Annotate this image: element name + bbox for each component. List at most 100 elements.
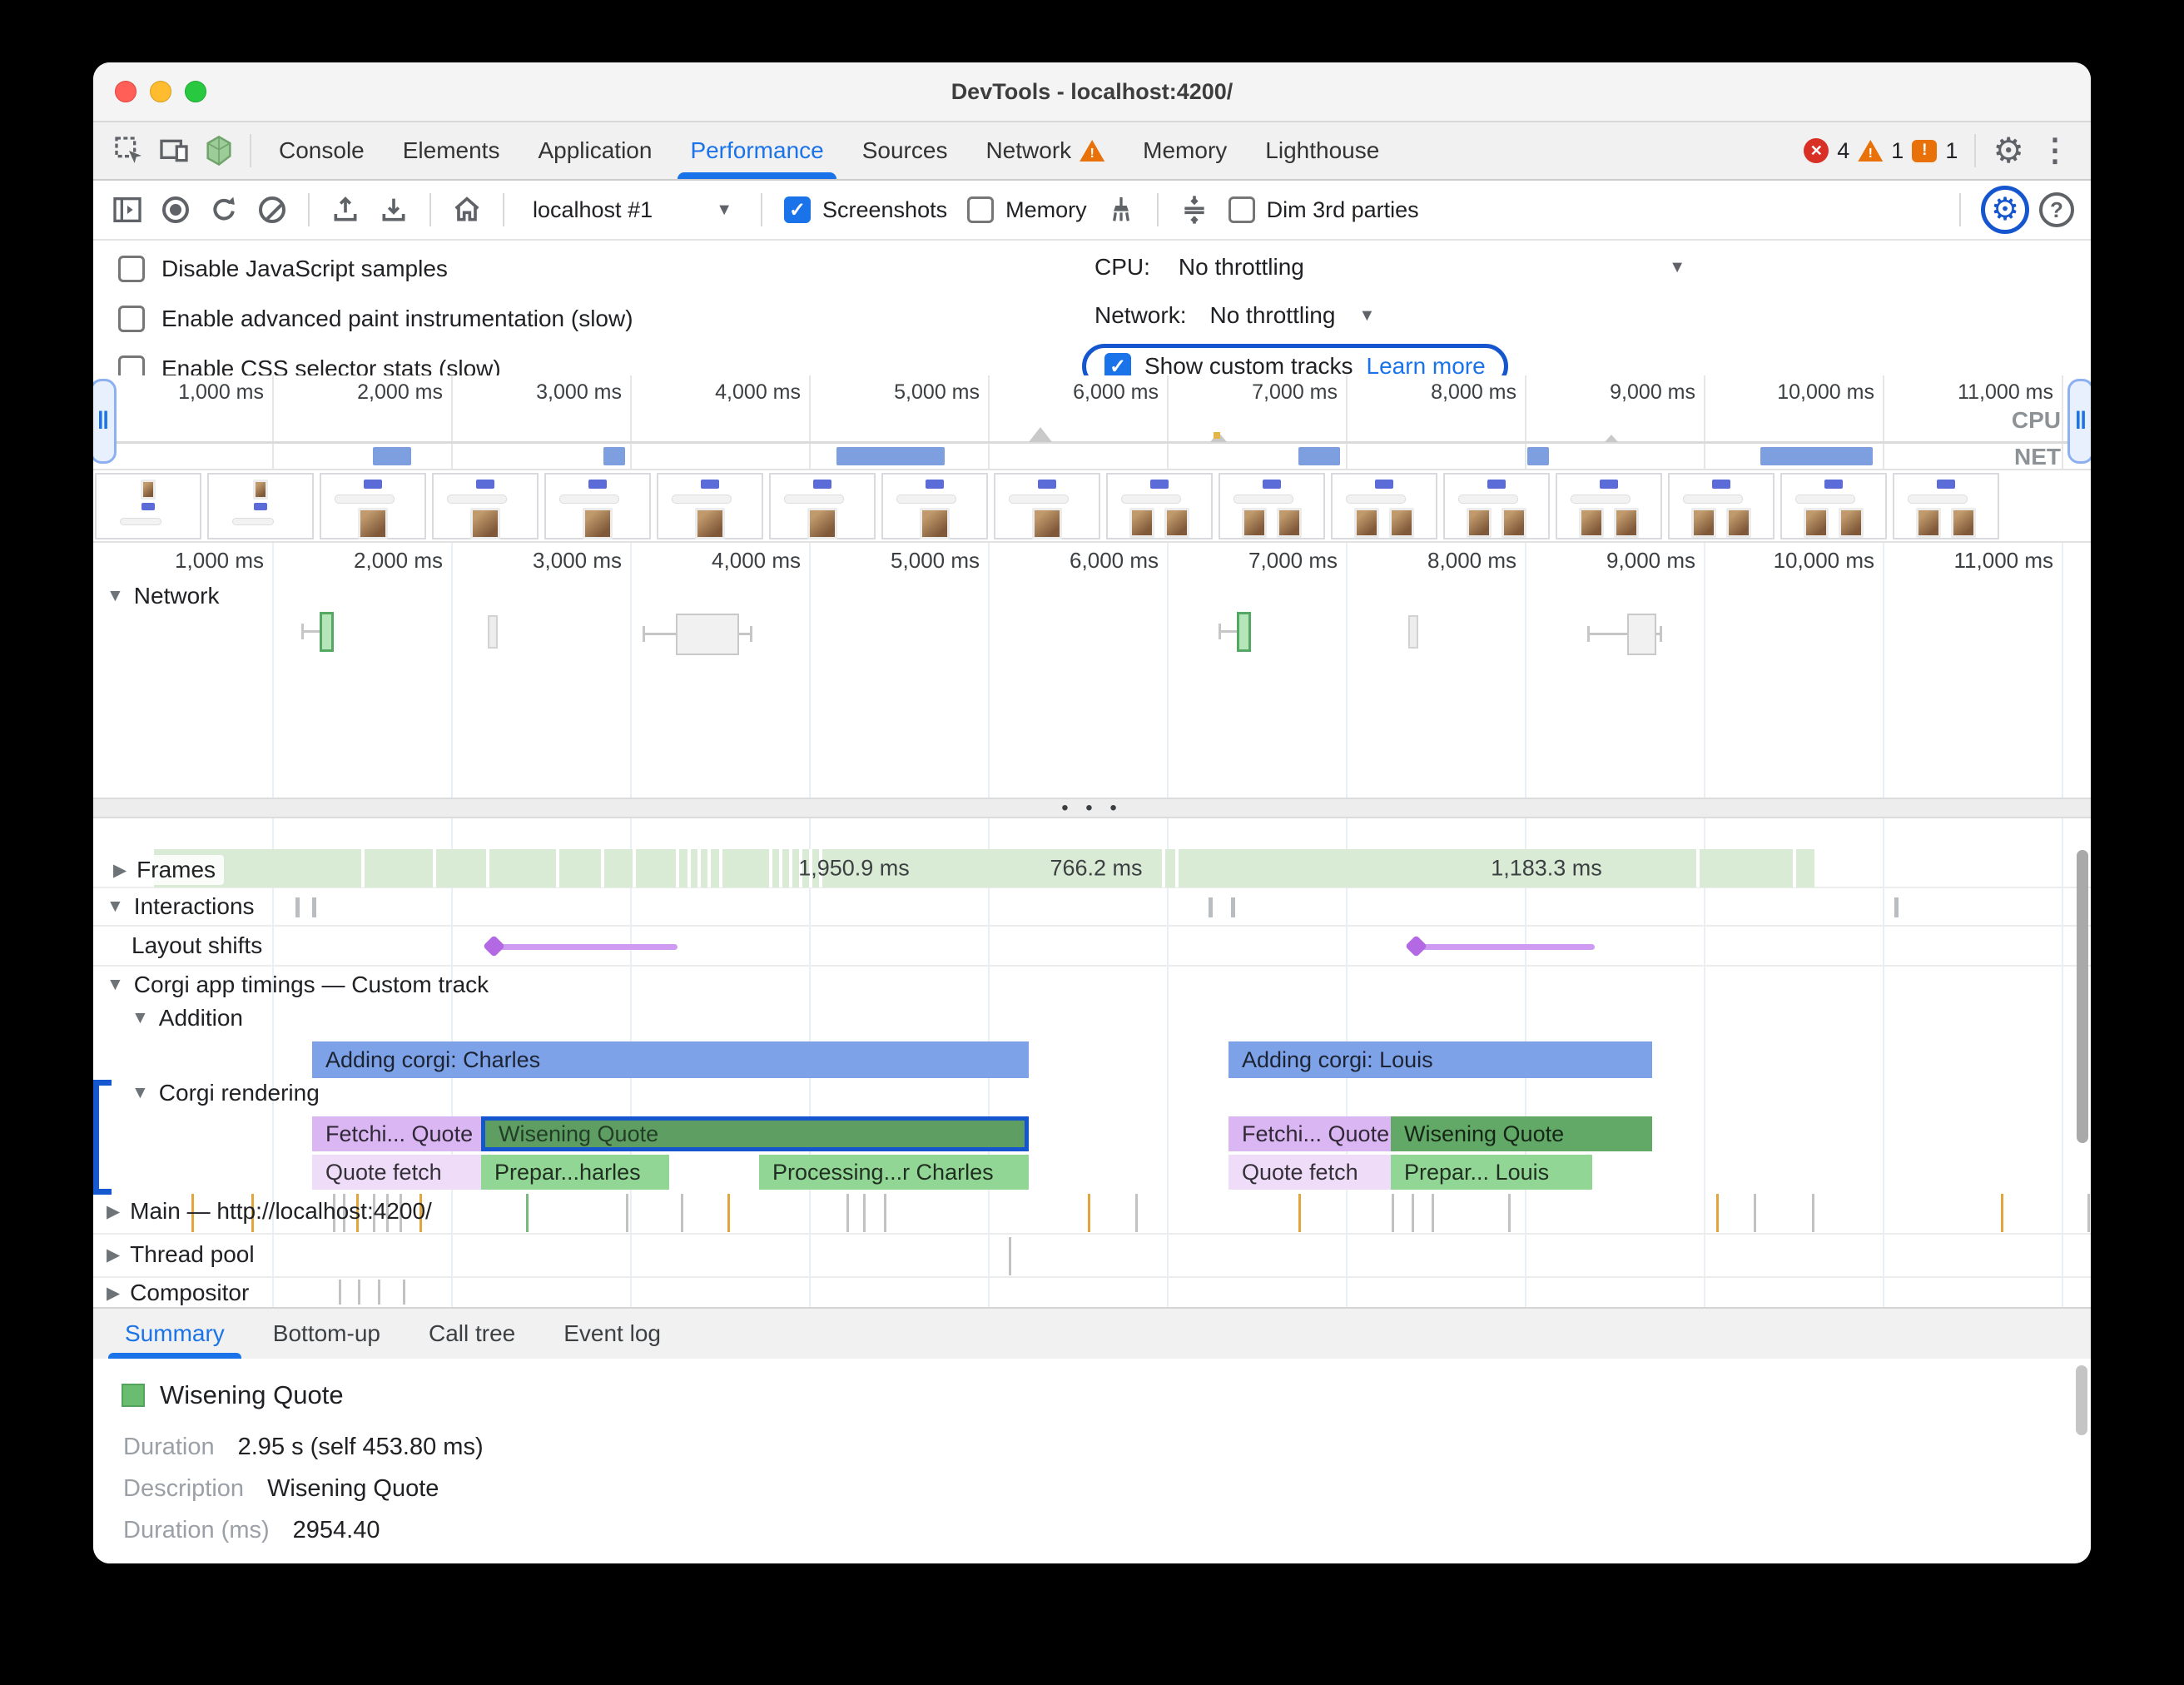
toggle-sidebar-icon[interactable] (107, 189, 148, 231)
clear-button[interactable] (251, 189, 293, 231)
overview-left-handle[interactable]: ‖ (93, 379, 117, 464)
flamechart-scrollbar[interactable] (2077, 850, 2088, 1143)
filmstrip-thumbnail[interactable] (95, 473, 201, 539)
frames-track-toggle[interactable]: ▶ Frames (105, 855, 224, 885)
memory-checkbox[interactable]: Memory (960, 196, 1094, 223)
timing-bar[interactable]: Wisening Quote (1391, 1116, 1652, 1151)
timing-bar[interactable]: Adding corgi: Louis (1228, 1041, 1652, 1078)
filmstrip-thumbnail[interactable] (1219, 473, 1325, 539)
warning-badge-icon[interactable]: ! (1858, 140, 1883, 162)
upload-profile-button[interactable] (325, 189, 366, 231)
timeline-overview[interactable]: 1,000 ms2,000 ms3,000 ms4,000 ms5,000 ms… (93, 375, 2091, 470)
details-tab[interactable]: Event log (542, 1309, 682, 1359)
network-request[interactable] (93, 543, 2091, 798)
zoom-button[interactable] (185, 81, 206, 102)
frames-track[interactable]: 1,950.9 ms766.2 ms1,183.3 ms ▶ Frames (93, 818, 2091, 888)
timing-bar[interactable]: Wisening Quote (481, 1116, 1029, 1151)
layout-shifts-track[interactable]: Layout shifts (93, 927, 2091, 967)
more-options-icon[interactable]: ⋮ (2033, 135, 2077, 167)
filmstrip-thumbnail[interactable] (544, 473, 651, 539)
devtools-tab[interactable]: Console ! (260, 122, 384, 179)
issues-icon[interactable]: ! (1912, 140, 1937, 162)
timing-bar[interactable]: Fetchi... Quote (312, 1116, 481, 1151)
custom-track-header[interactable]: ▼ Corgi app timings — Custom track (93, 967, 2091, 1005)
filmstrip-thumbnail[interactable] (1893, 473, 1999, 539)
filmstrip-thumbnail[interactable] (432, 473, 539, 539)
warning-count[interactable]: 1 (1891, 138, 1904, 164)
timing-bar[interactable]: Quote fetch (312, 1155, 481, 1190)
devtools-tab[interactable]: Elements ! (384, 122, 519, 179)
timing-bar[interactable]: Quote fetch (1228, 1155, 1391, 1190)
record-button[interactable] (155, 189, 196, 231)
main-thread-track[interactable]: ▶ Main — http://localhost:4200/ (93, 1191, 2091, 1235)
filmstrip-thumbnail[interactable] (1443, 473, 1550, 539)
interactions-track-toggle[interactable]: ▼ Interactions (107, 893, 255, 920)
collect-garbage-icon[interactable] (1100, 189, 1142, 231)
layout-shift-cluster[interactable] (493, 944, 678, 950)
device-toolbar-icon[interactable] (151, 128, 196, 173)
overview-right-handle[interactable]: ‖ (2067, 379, 2091, 464)
filmstrip-thumbnail[interactable] (207, 473, 314, 539)
error-count[interactable]: 4 (1837, 138, 1849, 164)
settings-gear-icon[interactable]: ⚙ (1993, 133, 2024, 168)
issue-count[interactable]: 1 (1945, 138, 1958, 164)
close-button[interactable] (115, 81, 136, 102)
filmstrip-thumbnail[interactable] (1556, 473, 1662, 539)
devtools-tab[interactable]: Lighthouse ! (1246, 122, 1398, 179)
network-pane[interactable]: 1,000 ms2,000 ms3,000 ms4,000 ms5,000 ms… (93, 543, 2091, 798)
filmstrip-thumbnail[interactable] (1668, 473, 1774, 539)
settings-checkbox-row[interactable]: Enable advanced paint instrumentation (s… (118, 299, 633, 339)
timing-bar[interactable]: Fetchi... Quote (1228, 1116, 1391, 1151)
screenshots-checkbox[interactable]: ✓ Screenshots (777, 196, 954, 223)
addition-group-header[interactable]: ▼ Addition (93, 1005, 2091, 1036)
node-icon[interactable] (196, 128, 241, 173)
download-profile-button[interactable] (373, 189, 414, 231)
dim-3rd-parties-checkbox[interactable]: Dim 3rd parties (1222, 196, 1426, 223)
timing-bar[interactable]: Prepar...harles (481, 1155, 669, 1190)
devtools-tab[interactable]: Sources ! (843, 122, 967, 179)
filmstrip-thumbnail[interactable] (1780, 473, 1887, 539)
error-icon[interactable]: ✕ (1804, 138, 1829, 163)
devtools-tab[interactable]: Performance ! (671, 122, 842, 179)
thread-pool-toggle[interactable]: ▶ Thread pool (107, 1241, 255, 1268)
details-tab[interactable]: Summary (103, 1309, 246, 1359)
flamechart-pane[interactable]: 1,950.9 ms766.2 ms1,183.3 ms ▶ Frames ▼ … (93, 818, 2091, 1307)
rendering-group-header[interactable]: ▼ Corgi rendering (93, 1080, 2091, 1115)
reload-record-button[interactable] (203, 189, 245, 231)
devtools-tab[interactable]: Application ! (519, 122, 671, 179)
thread-pool-track[interactable]: ▶ Thread pool (93, 1235, 2091, 1278)
filmstrip-thumbnail[interactable] (657, 473, 763, 539)
details-tab[interactable]: Bottom-up (251, 1309, 402, 1359)
live-metrics-home-button[interactable] (446, 189, 488, 231)
main-thread-toggle[interactable]: ▶ Main — http://localhost:4200/ (107, 1198, 432, 1225)
timing-bar[interactable]: Processing...r Charles (759, 1155, 1029, 1190)
details-tab[interactable]: Call tree (407, 1309, 537, 1359)
network-throttle-select[interactable]: Network: No throttling ▼ (1094, 302, 1375, 329)
layout-shift-cluster[interactable] (1415, 944, 1595, 950)
help-button[interactable]: ? (2036, 189, 2077, 231)
filmstrip-thumbnail[interactable] (1331, 473, 1437, 539)
devtools-tab[interactable]: Memory ! (1124, 122, 1246, 179)
timing-bar[interactable]: Adding corgi: Charles (312, 1041, 1029, 1078)
interactions-track[interactable]: ▼ Interactions (93, 888, 2091, 927)
summary-scrollbar[interactable] (2076, 1365, 2087, 1435)
compositor-track[interactable]: ▶ Compositor (93, 1278, 2091, 1307)
filmstrip-thumbnail[interactable] (320, 473, 426, 539)
network-track-toggle[interactable]: ▼ Network (107, 583, 220, 609)
settings-checkbox-row[interactable]: Disable JavaScript samples (118, 249, 633, 289)
filmstrip-thumbnail[interactable] (769, 473, 876, 539)
inspect-icon[interactable] (107, 128, 151, 173)
filmstrip-thumbnail[interactable] (1106, 473, 1213, 539)
shrink-icon[interactable] (1174, 189, 1215, 231)
filmstrip-thumbnail[interactable] (881, 473, 988, 539)
panes-divider[interactable]: • • • (93, 798, 2091, 818)
cpu-throttle-select[interactable]: CPU: No throttling ▼ (1094, 254, 1685, 281)
timing-bar[interactable]: Prepar... Louis (1391, 1155, 1592, 1190)
target-select[interactable]: localhost #1 ▼ (524, 188, 741, 231)
devtools-tab[interactable]: Network ! (966, 122, 1124, 179)
compositor-toggle[interactable]: ▶ Compositor (107, 1280, 249, 1306)
filmstrip-thumbnail[interactable] (994, 473, 1100, 539)
capture-settings-button[interactable]: ⚙ (1981, 186, 2029, 234)
thumbnail-input (559, 495, 619, 504)
minimize-button[interactable] (150, 81, 171, 102)
